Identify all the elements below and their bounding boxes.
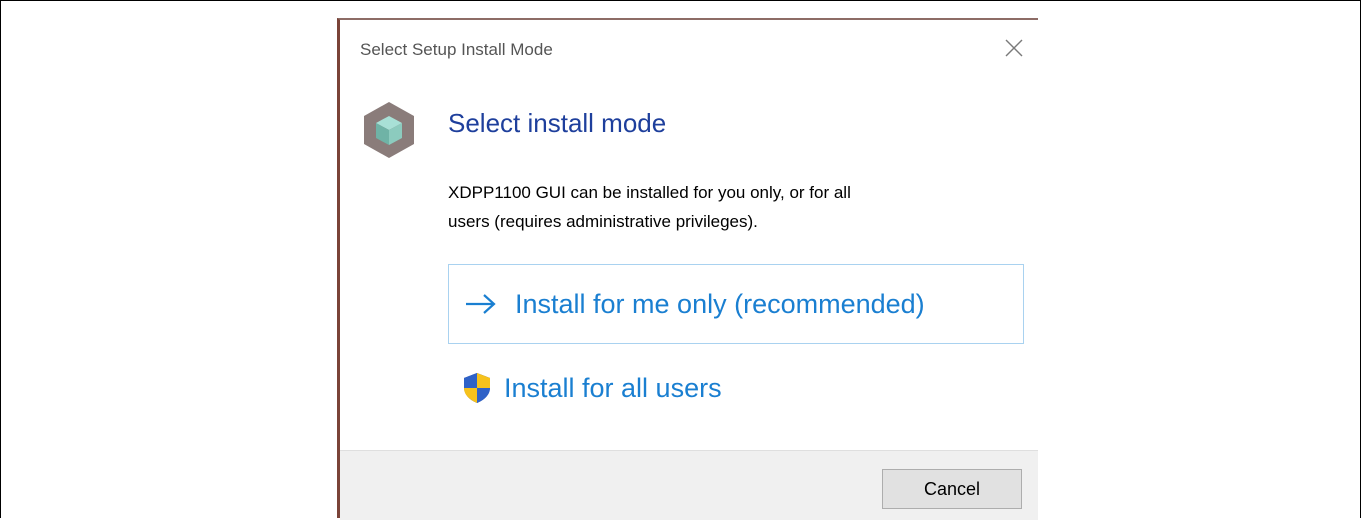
install-for-all-users-button[interactable]: Install for all users — [460, 368, 722, 408]
page-heading: Select install mode — [448, 108, 667, 138]
description-line-2: users (requires administrative privilege… — [448, 212, 758, 231]
install-for-me-only-label: Install for me only (recommended) — [515, 288, 925, 319]
description-line-1: XDPP1100 GUI can be installed for you on… — [448, 183, 851, 202]
uac-shield-icon — [464, 373, 490, 403]
dialog-title: Select Setup Install Mode — [360, 40, 553, 59]
install-mode-description: XDPP1100 GUI can be installed for you on… — [448, 178, 1008, 236]
dialog-footer: Cancel — [340, 450, 1038, 520]
cancel-button[interactable]: Cancel — [882, 469, 1022, 509]
close-icon — [1005, 39, 1023, 57]
close-button[interactable] — [1000, 34, 1028, 62]
install-for-all-users-label: Install for all users — [504, 372, 722, 403]
package-box-icon — [364, 102, 414, 158]
setup-install-mode-dialog: Select Setup Install Mode Select install… — [337, 18, 1038, 520]
arrow-right-icon — [466, 294, 496, 314]
install-for-me-only-button[interactable]: Install for me only (recommended) — [448, 264, 1024, 344]
